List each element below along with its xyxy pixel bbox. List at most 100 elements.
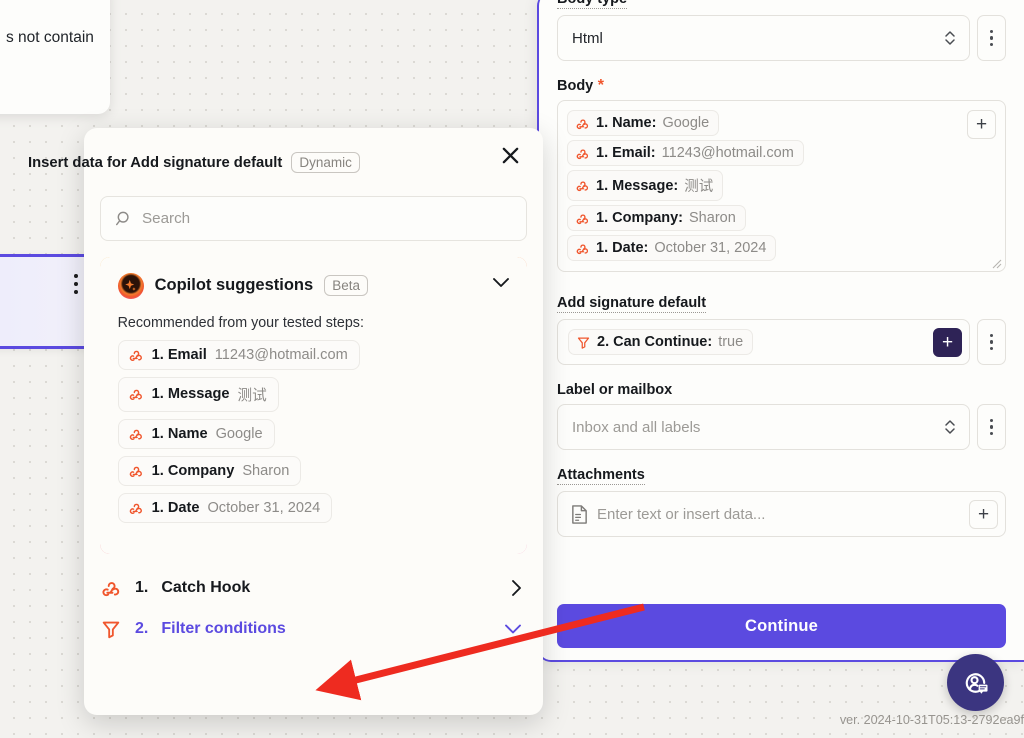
background-node-more-icon[interactable] — [74, 274, 78, 294]
chip-key: 1. Message: — [596, 177, 679, 194]
add-signature-more-button[interactable] — [977, 319, 1006, 365]
webhook-icon — [576, 244, 589, 254]
step-config-scroll[interactable]: Body type Html Body * + — [539, 0, 1024, 592]
support-chat-icon[interactable] — [947, 654, 1004, 711]
body-type-select[interactable]: Html — [557, 15, 970, 61]
body-chip-email[interactable]: 1. Email: 11243@hotmail.com — [567, 140, 804, 166]
page-title: Insert data for Add signature default — [28, 154, 283, 171]
document-icon — [572, 504, 587, 524]
chevron-up-down-icon — [945, 31, 955, 45]
copilot-title: Copilot suggestions — [154, 276, 314, 295]
chip-key: 1. Email: — [596, 145, 656, 161]
webhook-icon — [129, 350, 142, 361]
background-condition-card[interactable]: s not contain — [0, 0, 110, 114]
step-config-panel: Body type Html Body * + — [537, 0, 1024, 662]
webhook-icon — [129, 503, 142, 514]
step-number: 2. — [135, 620, 149, 637]
suggestion-key: 1. Name — [151, 425, 208, 442]
search-input[interactable]: Search — [100, 196, 527, 241]
step-name: Catch Hook — [161, 579, 251, 596]
insert-data-popover: Search Copilot suggestions Beta Recommen… — [84, 128, 543, 715]
close-icon[interactable] — [495, 140, 525, 170]
suggestion-key: 1. Date — [151, 499, 200, 516]
body-chip-date[interactable]: 1. Date: October 31, 2024 — [567, 235, 777, 261]
version-label: ver. 2024-10-31T05:13-2792ea9f — [839, 713, 1024, 727]
list-item[interactable]: 1. Company Sharon — [117, 455, 302, 486]
suggestion-value: Sharon — [242, 462, 290, 479]
filter-icon — [577, 337, 590, 349]
chip-value: 11243@hotmail.com — [661, 145, 794, 161]
add-signature-default-input[interactable]: 2. Can Continue: true + — [557, 319, 970, 365]
continue-button[interactable]: Continue — [557, 604, 1006, 648]
sparkle-glyph — [125, 279, 136, 291]
webhook-icon — [576, 119, 589, 129]
list-item[interactable]: 1. Message 测试 — [117, 376, 279, 412]
add-signature-insert-data-button[interactable]: + — [933, 327, 962, 357]
label-or-mailbox-placeholder: Inbox and all labels — [572, 418, 701, 436]
field-label-label-or-mailbox: Label or mailbox — [557, 382, 673, 398]
copilot-header[interactable]: Copilot suggestions Beta — [117, 272, 510, 299]
step-number: 1. — [135, 579, 149, 596]
step-name: Filter conditions — [161, 620, 286, 637]
body-chip-list: 1. Name: Google 1. Email: 11243@hotmail.… — [567, 110, 996, 261]
field-label-add-signature-default: Add signature default — [557, 295, 707, 313]
close-glyph — [502, 147, 518, 163]
suggestion-key: 1. Message — [151, 386, 230, 403]
popover-title-row: Insert data for Add signature default Dy… — [28, 152, 360, 173]
chevron-down-icon[interactable] — [503, 623, 523, 636]
webhook-icon — [576, 181, 589, 192]
copilot-recommended-label: Recommended from your tested steps: — [117, 314, 364, 331]
attachments-insert-data-button[interactable]: + — [969, 499, 998, 529]
chip-value: Google — [662, 115, 710, 131]
chip-key: 1. Date: — [596, 240, 649, 256]
chip-value: October 31, 2024 — [654, 240, 767, 256]
search-placeholder: Search — [142, 210, 191, 227]
body-chip-company[interactable]: 1. Company: Sharon — [567, 205, 746, 231]
chevron-down-icon[interactable] — [491, 276, 511, 289]
suggestion-key: 1. Company — [151, 462, 235, 479]
body-required-asterisk: * — [593, 77, 604, 94]
step-row-catch-hook[interactable]: 1. Catch Hook — [100, 566, 527, 610]
chip-key: 1. Name: — [596, 115, 657, 131]
webhook-icon — [102, 582, 120, 597]
label-or-mailbox-more-button[interactable] — [977, 404, 1006, 450]
suggestion-value: October 31, 2024 — [207, 499, 321, 516]
copilot-beta-badge: Beta — [324, 275, 368, 297]
suggestion-key: 1. Email — [151, 346, 207, 363]
body-insert-data-button[interactable]: + — [967, 110, 996, 139]
chevron-up-down-icon — [945, 420, 955, 434]
chevron-right-icon[interactable] — [509, 578, 523, 598]
suggestion-value: Google — [215, 425, 263, 442]
webhook-icon — [129, 429, 142, 440]
field-label-body: Body — [557, 78, 594, 94]
list-item[interactable]: 1. Name Google — [117, 418, 275, 449]
suggestion-value: 测试 — [237, 387, 267, 404]
label-or-mailbox-select[interactable]: Inbox and all labels — [557, 404, 970, 450]
search-icon — [115, 211, 129, 226]
copilot-suggestion-list: 1. Email 11243@hotmail.com 1. Message 测试 — [117, 339, 510, 523]
field-label-attachments: Attachments — [557, 467, 645, 485]
step-row-filter-conditions[interactable]: 2. Filter conditions — [100, 607, 527, 651]
list-item[interactable]: 1. Email 11243@hotmail.com — [117, 339, 360, 370]
webhook-icon — [129, 466, 142, 477]
attachments-input[interactable]: Enter text or insert data... + — [557, 491, 1006, 537]
support-chat-glyph — [965, 673, 988, 694]
chip-value: 测试 — [684, 179, 714, 195]
body-chip-message[interactable]: 1. Message: 测试 — [567, 170, 724, 201]
body-chip-name[interactable]: 1. Name: Google — [567, 110, 720, 136]
body-textarea[interactable]: + 1. Name: Google 1. Email: 11243@hotmai… — [557, 100, 1006, 272]
body-type-value: Html — [572, 29, 603, 47]
field-label-body-type: Body type — [557, 0, 628, 9]
chip-value: Sharon — [689, 210, 736, 226]
panel-footer: Continue — [539, 592, 1024, 660]
webhook-icon — [576, 214, 589, 224]
chip-value: true — [718, 334, 744, 350]
copilot-sparkle-orb-icon — [117, 272, 144, 299]
copilot-suggestions-card: Copilot suggestions Beta Recommended fro… — [100, 257, 527, 554]
list-item[interactable]: 1. Date October 31, 2024 — [117, 492, 333, 523]
body-type-more-button[interactable] — [977, 15, 1006, 61]
resize-grip-icon[interactable] — [991, 258, 1002, 269]
signature-chip-can-continue[interactable]: 2. Can Continue: true — [568, 329, 754, 355]
webhook-icon — [576, 149, 589, 159]
chip-key: 2. Can Continue: — [597, 334, 713, 350]
